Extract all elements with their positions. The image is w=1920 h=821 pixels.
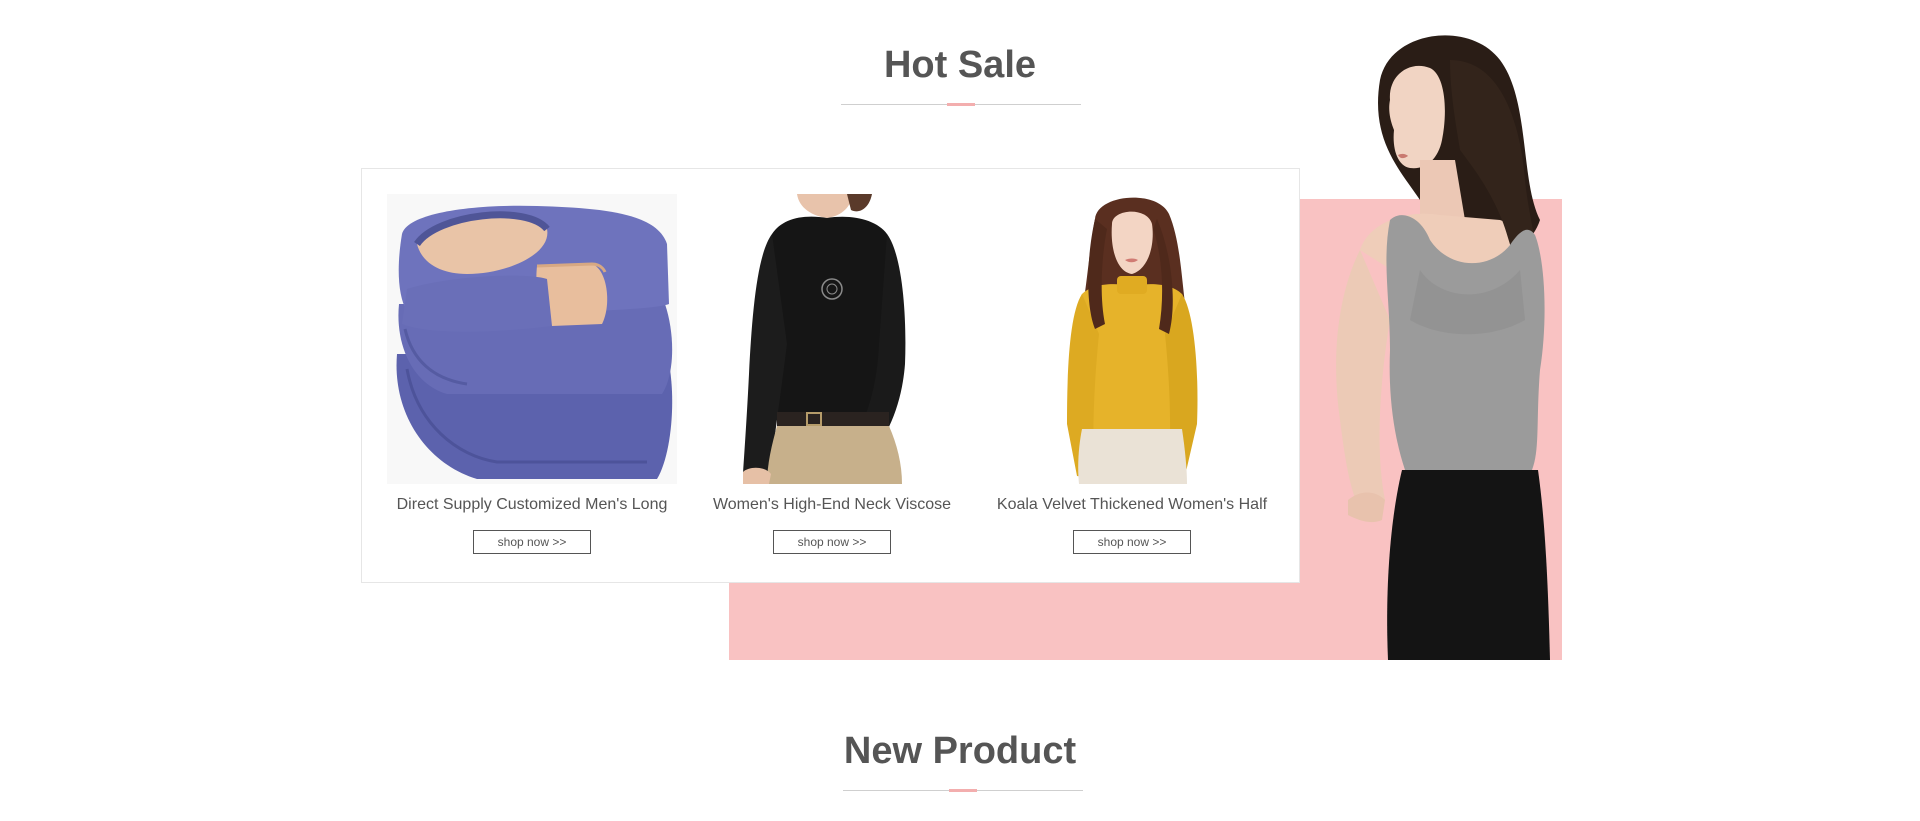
hot-sale-title: Hot Sale (883, 44, 1037, 86)
product-card: Women's High-End Neck Viscose shop now >… (687, 194, 977, 554)
product-image-yellow-turtleneck-top[interactable] (987, 194, 1277, 484)
product-name[interactable]: Direct Supply Customized Men's Long (387, 496, 677, 514)
new-product-title: New Product (843, 730, 1077, 772)
new-product-divider-accent (949, 789, 977, 792)
product-name[interactable]: Koala Velvet Thickened Women's Half (987, 496, 1277, 514)
product-card: Direct Supply Customized Men's Long shop… (387, 194, 677, 554)
shop-now-button[interactable]: shop now >> (473, 530, 591, 554)
page: Hot Sale Direct Supply Customized Men's … (0, 0, 1920, 821)
hot-sale-product-panel: Direct Supply Customized Men's Long shop… (361, 168, 1300, 583)
product-card: Koala Velvet Thickened Women's Half shop… (987, 194, 1277, 554)
product-name[interactable]: Women's High-End Neck Viscose (687, 496, 977, 514)
hot-sale-divider (841, 103, 1081, 106)
new-product-divider (843, 789, 1083, 792)
shop-now-button[interactable]: shop now >> (1073, 530, 1191, 554)
banner-model-image (1336, 35, 1550, 660)
product-image-folded-blue-thermal-shirt[interactable] (387, 194, 677, 484)
product-image-black-long-sleeve-top[interactable] (687, 194, 977, 484)
shop-now-button[interactable]: shop now >> (773, 530, 891, 554)
hot-sale-divider-accent (947, 103, 975, 106)
